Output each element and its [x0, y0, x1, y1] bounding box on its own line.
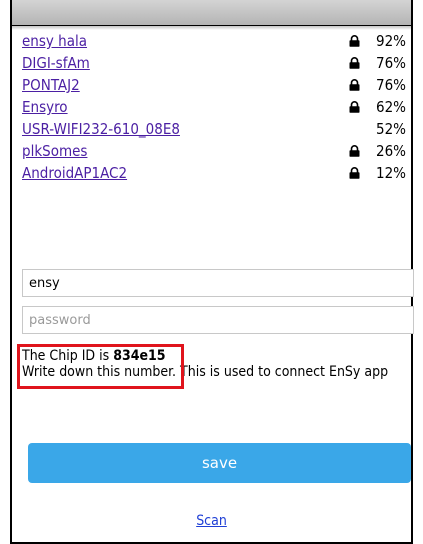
lock-icon — [349, 79, 360, 91]
ssid-field[interactable] — [22, 269, 414, 297]
network-row[interactable]: DIGI-sfAm 76% — [22, 52, 406, 74]
password-field[interactable] — [22, 306, 414, 334]
network-row[interactable]: USR-WIFI232-610_08E8 52% — [22, 118, 406, 140]
signal-strength: 12% — [376, 164, 406, 182]
signal-strength: 62% — [376, 98, 406, 116]
signal-strength: 92% — [376, 32, 406, 50]
network-row[interactable]: Ensyro 62% — [22, 96, 406, 118]
network-ssid-link[interactable]: AndroidAP1AC2 — [22, 162, 127, 184]
network-ssid-link[interactable]: plkSomes — [22, 140, 87, 162]
network-row[interactable]: plkSomes 26% — [22, 140, 406, 162]
network-ssid-link[interactable]: PONTAJ2 — [22, 74, 80, 96]
signal-strength: 52% — [376, 120, 406, 138]
lock-icon — [349, 57, 360, 69]
network-ssid-link[interactable]: USR-WIFI232-610_08E8 — [22, 118, 180, 140]
lock-icon — [349, 145, 360, 157]
network-ssid-link[interactable]: Ensyro — [22, 96, 68, 118]
lock-icon — [349, 35, 360, 47]
network-row[interactable]: AndroidAP1AC2 12% — [22, 162, 406, 184]
signal-strength: 26% — [376, 142, 406, 160]
lock-icon — [349, 167, 360, 179]
network-ssid-link[interactable]: ensy hala — [22, 30, 87, 52]
network-row[interactable]: ensy hala 92% — [22, 30, 406, 52]
save-button[interactable]: save — [28, 443, 411, 483]
network-row[interactable]: PONTAJ2 76% — [22, 74, 406, 96]
window-titlebar — [12, 0, 411, 27]
scan-link[interactable]: Scan — [0, 512, 423, 530]
chip-note-rest: This is used to connect EnSy app — [176, 364, 389, 380]
chip-id-highlight-box — [17, 344, 184, 389]
network-ssid-link[interactable]: DIGI-sfAm — [22, 52, 90, 74]
signal-strength: 76% — [376, 76, 406, 94]
lock-icon — [349, 101, 360, 113]
signal-strength: 76% — [376, 54, 406, 72]
